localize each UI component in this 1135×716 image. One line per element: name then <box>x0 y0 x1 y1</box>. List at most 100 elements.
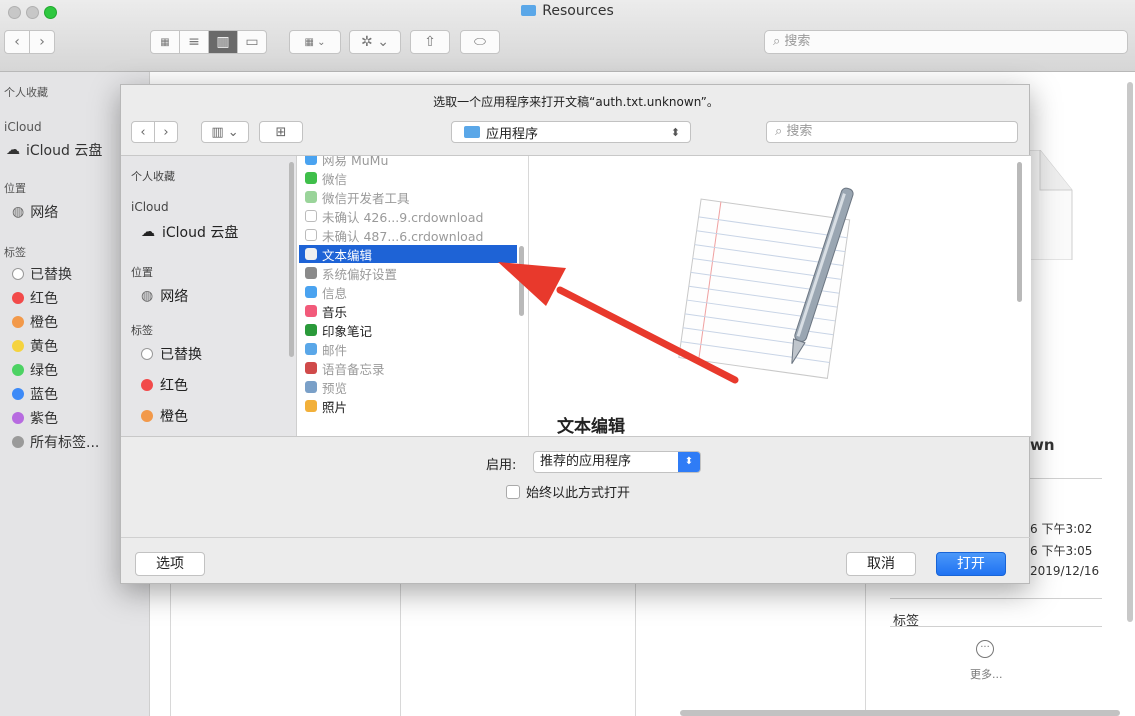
horizontal-scrollbar[interactable] <box>680 710 1120 716</box>
app-list-item[interactable]: 语音备忘录 <box>299 359 517 377</box>
always-open-checkbox[interactable]: 始终以此方式打开 <box>506 482 630 501</box>
enable-select-value: 推荐的应用程序 <box>540 454 632 469</box>
new-folder-icon: ⊞ <box>275 124 287 140</box>
app-list-item[interactable]: 未确认 426...9.crdownload <box>299 207 517 225</box>
app-list-label: 文本编辑 <box>322 247 373 263</box>
tag-color-dot-icon <box>12 292 24 304</box>
sidebar-item-label: iCloud 云盘 <box>26 143 103 159</box>
open-button[interactable]: 打开 <box>936 552 1006 576</box>
app-list-scrollbar[interactable] <box>519 246 524 316</box>
enable-select[interactable]: 推荐的应用程序 ⬍ <box>533 451 701 473</box>
sidebar-item-icloud-drive[interactable]: ☁ iCloud 云盘 <box>6 140 102 160</box>
sidebar-tag-label: 橙色 <box>160 409 188 425</box>
new-folder-button[interactable]: ⊞ <box>259 121 303 143</box>
action-button[interactable]: ✲ ⌄ <box>349 30 401 54</box>
sidebar-tag-item[interactable]: 黄色 <box>12 336 58 356</box>
window-title: Resources <box>0 3 1135 19</box>
sidebar-tag-item[interactable]: 已替换 <box>141 344 202 364</box>
tag-color-dot-icon <box>141 379 153 391</box>
sidebar-tag-item[interactable]: 红色 <box>12 288 58 308</box>
tag-color-dot-icon <box>12 388 24 400</box>
more-icon[interactable]: ··· <box>976 640 994 658</box>
app-list-label: 预览 <box>322 380 348 396</box>
options-button[interactable]: 选项 <box>135 552 205 576</box>
tags-button[interactable]: ⬭ <box>460 30 500 54</box>
grid-icon: ▦ <box>160 36 170 48</box>
sidebar-tag-label: 橙色 <box>30 315 58 331</box>
location-popup[interactable]: 应用程序 ⬍ <box>451 121 691 143</box>
app-list-item[interactable]: 网易 MuMu <box>299 156 517 168</box>
icon-view-button[interactable]: ▦ <box>150 30 180 54</box>
app-list-item[interactable]: 信息 <box>299 283 517 301</box>
sidebar-tag-item[interactable]: 绿色 <box>12 360 58 380</box>
app-list-label: 印象笔记 <box>322 323 373 339</box>
sidebar-tag-item[interactable]: 橙色 <box>12 312 58 332</box>
app-list-item[interactable]: 照片 <box>299 397 517 415</box>
app-list-label: 邮件 <box>322 342 348 358</box>
gallery-view-button[interactable]: ▭ <box>237 30 267 54</box>
sidebar-tag-item[interactable]: 所有标签... <box>12 432 99 452</box>
app-list-label: 系统偏好设置 <box>322 266 398 282</box>
back-button[interactable]: ‹ <box>4 30 30 54</box>
sidebar-scrollbar[interactable] <box>289 162 294 357</box>
app-list-item[interactable]: 邮件 <box>299 340 517 358</box>
finder-toolbar: Resources ‹ › ▦ ≡ ▥ ▭ ▦ ⌄ ✲ ⌄ ⇧ ⬭ ⌕ 搜索 <box>0 0 1135 72</box>
tag-color-dot-icon <box>12 364 24 376</box>
sidebar-tag-item[interactable]: 蓝色 <box>12 384 58 404</box>
file-name-fragment: wn <box>1030 436 1055 454</box>
tag-color-dot-icon <box>12 340 24 352</box>
dialog-back-button[interactable]: ‹ <box>131 121 155 143</box>
dialog-sidebar: 个人收藏 iCloud ☁ iCloud 云盘 位置 ◍ 网络 标签 已替换 红色 橙色 <box>121 156 297 436</box>
app-icon <box>305 156 317 165</box>
sidebar-tag-label: 蓝色 <box>30 387 58 403</box>
dialog-search-input[interactable]: ⌕ 搜索 <box>766 121 1018 143</box>
dialog-button-bar: 选项 取消 打开 <box>121 537 1031 585</box>
application-list: 网易 MuMu 微信微信开发者工具 未确认 426...9.crdownload 未确… <box>297 156 529 436</box>
preview-scrollbar[interactable] <box>1017 162 1022 302</box>
app-list-label: 微信开发者工具 <box>322 190 410 206</box>
sidebar-tag-label: 红色 <box>30 291 58 307</box>
sidebar-item-label: iCloud 云盘 <box>162 225 239 241</box>
sidebar-tag-item[interactable]: 红色 <box>141 375 188 395</box>
sidebar-tag-item[interactable]: 紫色 <box>12 408 58 428</box>
app-list-item[interactable]: 未确认 487...6.crdownload <box>299 226 517 244</box>
app-list-item[interactable]: 微信开发者工具 <box>299 188 517 206</box>
finder-search-input[interactable]: ⌕ 搜索 <box>764 30 1128 54</box>
column-view-button[interactable]: ▥ <box>208 30 238 54</box>
sidebar-item-icloud-drive[interactable]: ☁ iCloud 云盘 <box>141 222 238 242</box>
sidebar-tag-label: 红色 <box>160 378 188 394</box>
dialog-view-button[interactable]: ▥ ⌄ <box>201 121 249 143</box>
app-list-item[interactable]: 微信 <box>299 169 517 187</box>
list-view-button[interactable]: ≡ <box>179 30 209 54</box>
group-button[interactable]: ▦ ⌄ <box>289 30 341 54</box>
dialog-forward-button[interactable]: › <box>154 121 178 143</box>
app-icon <box>305 267 317 279</box>
app-icon <box>305 381 317 393</box>
app-icon <box>305 172 317 184</box>
sidebar-tag-item[interactable]: 已替换 <box>12 264 72 284</box>
app-icon <box>305 362 317 374</box>
tags-header: 标签 <box>4 246 26 259</box>
app-icon <box>305 305 317 317</box>
favorites-header: 个人收藏 <box>131 170 175 183</box>
app-list-item[interactable]: 音乐 <box>299 302 517 320</box>
forward-button[interactable]: › <box>29 30 55 54</box>
checkbox-box[interactable] <box>506 484 520 499</box>
sidebar-tag-item[interactable]: 橙色 <box>141 406 188 426</box>
modified-date: 6 下午3:05 <box>1030 544 1093 558</box>
folder-icon <box>521 5 537 16</box>
app-list-item[interactable]: 预览 <box>299 378 517 396</box>
sidebar-item-network[interactable]: ◍ 网络 <box>12 202 58 222</box>
updown-chevron-icon: ⬍ <box>670 125 680 139</box>
tag-icon: ⬭ <box>474 34 486 50</box>
vertical-scrollbar[interactable] <box>1127 82 1133 622</box>
app-list-item[interactable]: 印象笔记 <box>299 321 517 339</box>
updown-chevron-icon: ⬍ <box>678 452 700 472</box>
app-list-item[interactable]: 文本编辑 <box>299 245 517 263</box>
sidebar-item-network[interactable]: ◍ 网络 <box>141 286 188 306</box>
share-button[interactable]: ⇧ <box>410 30 450 54</box>
cancel-button[interactable]: 取消 <box>846 552 916 576</box>
app-list-item[interactable]: 系统偏好设置 <box>299 264 517 282</box>
gallery-icon: ▭ <box>245 34 259 50</box>
more-link[interactable]: 更多... <box>970 666 1003 682</box>
